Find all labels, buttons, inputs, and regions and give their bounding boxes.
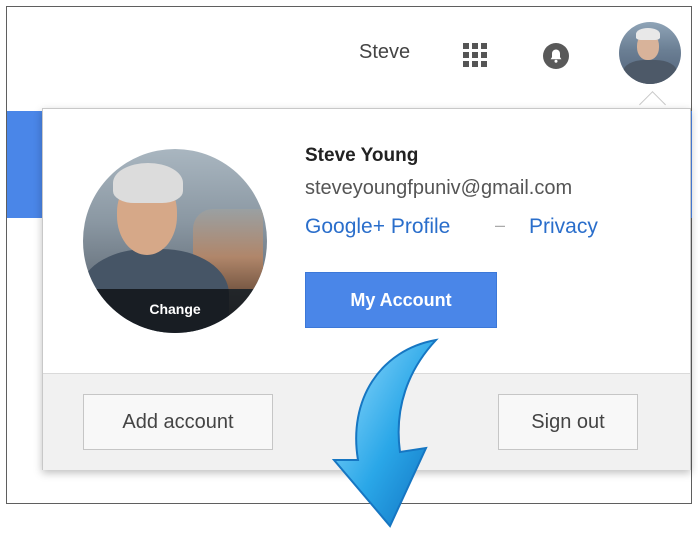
top-bar: Steve [7,7,691,112]
curved-arrow-down-icon [331,338,439,528]
add-account-button[interactable]: Add account [83,394,273,450]
avatar[interactable] [619,22,681,84]
account-email: steveyoungfpuniv@gmail.com [305,177,573,199]
change-photo-label[interactable]: Change [83,301,267,317]
sign-out-button[interactable]: Sign out [498,394,638,450]
privacy-link[interactable]: Privacy [529,215,598,239]
profile-photo[interactable]: Change [83,149,267,333]
bell-icon[interactable] [543,43,569,69]
apps-grid-icon[interactable] [463,43,487,67]
link-separator: – [495,215,506,235]
background-banner-left [7,111,43,218]
google-plus-profile-link[interactable]: Google+ Profile [305,215,450,239]
account-name: Steve Young [305,145,419,166]
my-account-button[interactable]: My Account [305,272,497,328]
user-short-name[interactable]: Steve [359,41,410,64]
